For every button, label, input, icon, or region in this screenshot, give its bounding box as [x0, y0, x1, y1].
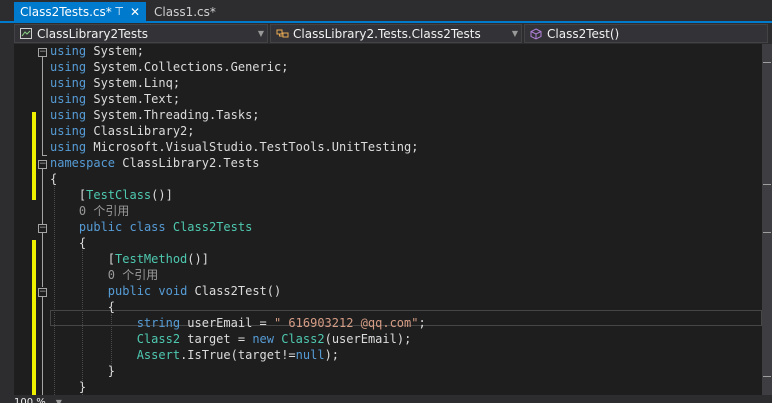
code-editor[interactable]: − − − − using System; using System.Colle… — [0, 44, 772, 395]
class-dropdown[interactable]: ClassLibrary2.Tests.Class2Tests ▼ — [270, 24, 522, 43]
outline-guide — [42, 57, 43, 155]
code-line: public class Class2Tests — [78, 220, 253, 234]
tab-label: Class2Tests.cs* — [20, 4, 112, 19]
outline-guide — [42, 297, 43, 395]
vertical-scrollbar[interactable] — [762, 44, 772, 395]
chevron-down-icon: ▼ — [511, 29, 519, 38]
code-line: { — [50, 172, 58, 186]
outline-guide — [42, 155, 47, 156]
outline-guide — [42, 233, 43, 287]
code-line: [TestMethod()] — [50, 252, 209, 266]
code-line: using System.Collections.Generic; — [50, 60, 289, 74]
zoom-level: 100 % — [14, 397, 46, 403]
method-icon — [529, 27, 543, 40]
change-marker — [32, 112, 36, 200]
close-icon[interactable]: ✕ — [130, 5, 140, 19]
editor-glyph-margin — [14, 44, 30, 395]
code-line: using System.Linq; — [50, 76, 181, 90]
navigation-bar: ClassLibrary2Tests ▼ ClassLibrary2.Tests… — [0, 23, 772, 45]
code-line: Assert.IsTrue(target!=null); — [136, 348, 340, 362]
scroll-marker — [763, 376, 771, 377]
test-project-icon — [19, 28, 33, 40]
code-line: Class2 target = new Class2(userEmail); — [136, 332, 412, 346]
editor-bottom-bar: 100 % ▼ — [0, 395, 772, 403]
member-label: Class2Test() — [547, 26, 620, 41]
project-dropdown[interactable]: ClassLibrary2Tests ▼ — [14, 24, 268, 43]
zoom-dropdown[interactable]: 100 % ▼ — [14, 395, 62, 403]
code-line: { — [50, 300, 116, 314]
collapse-toggle[interactable]: − — [38, 224, 47, 233]
collapse-toggle[interactable]: − — [38, 288, 47, 297]
project-label: ClassLibrary2Tests — [37, 26, 149, 41]
code-line: using ClassLibrary2; — [50, 124, 195, 138]
code-line: { — [50, 236, 87, 250]
member-dropdown[interactable]: Class2Test() — [524, 24, 768, 43]
tab-label: Class1.cs* — [154, 4, 216, 19]
document-tab-strip: Class2Tests.cs* ⊤ ✕ Class1.cs* — [0, 0, 772, 21]
pin-icon[interactable]: ⊤ — [114, 5, 124, 18]
code-line: using Microsoft.VisualStudio.TestTools.U… — [50, 140, 419, 154]
codelens-references[interactable]: 0 个引用 — [50, 267, 158, 283]
editor-left-margin — [0, 44, 14, 395]
collapse-toggle[interactable]: − — [38, 48, 47, 57]
change-marker — [32, 240, 36, 395]
scroll-marker — [763, 62, 771, 63]
code-line: } — [50, 380, 87, 394]
scroll-marker — [763, 184, 771, 185]
class-label: ClassLibrary2.Tests.Class2Tests — [293, 26, 481, 41]
tab-class2tests[interactable]: Class2Tests.cs* ⊤ ✕ — [14, 2, 146, 21]
code-line: using System.Text; — [50, 92, 181, 106]
code-line: string userEmail = " 616903212 @qq.com"; — [136, 316, 426, 330]
code-line: } — [50, 364, 116, 378]
codelens-references[interactable]: 0 个引用 — [50, 203, 129, 219]
code-line: public void Class2Test() — [107, 284, 282, 298]
code-line: using System.Threading.Tasks; — [50, 108, 260, 122]
code-line: [TestClass()] — [50, 188, 173, 202]
chevron-down-icon: ▼ — [55, 398, 62, 403]
class-icon — [275, 28, 289, 40]
collapse-toggle[interactable]: − — [38, 160, 47, 169]
code-line: namespace ClassLibrary2.Tests — [50, 156, 260, 170]
tab-class1[interactable]: Class1.cs* — [148, 2, 224, 21]
chevron-down-icon: ▼ — [257, 29, 265, 38]
scroll-marker — [763, 232, 771, 233]
code-line: using System; — [50, 44, 144, 58]
